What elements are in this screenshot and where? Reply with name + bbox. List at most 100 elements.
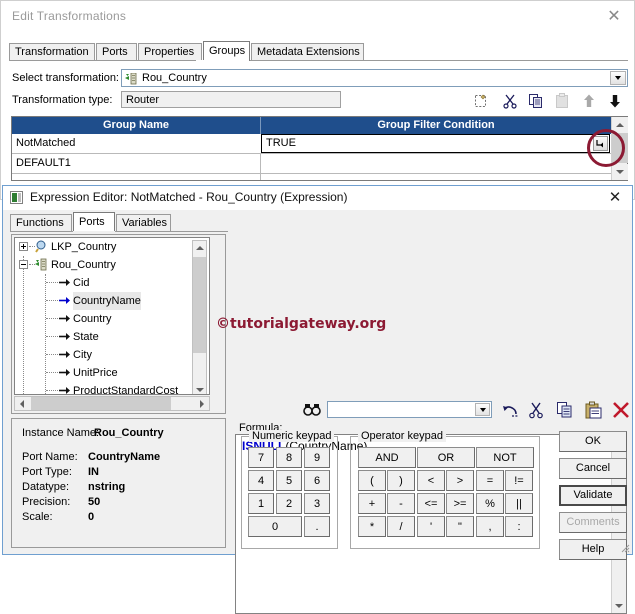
active-tab-gap [196,60,242,61]
expression-editor-title: Expression Editor: NotMatched - Rou_Coun… [30,190,347,204]
cut-icon[interactable] [527,401,545,419]
tab-functions[interactable]: Functions [10,214,72,231]
chevron-down-icon[interactable] [610,71,626,85]
cell-group-name[interactable]: DEFAULT1 [12,154,260,173]
op-key-concat[interactable]: || [505,493,533,514]
tab-metadata-extensions[interactable]: Metadata Extensions [251,43,364,60]
move-down-icon[interactable] [607,93,623,109]
numpad-key-1[interactable]: 1 [248,493,274,514]
collapse-icon[interactable] [19,260,28,269]
edit-window-tabstrip: Transformation Ports Properties Groups M… [9,41,628,61]
numpad-key-2[interactable]: 2 [276,493,302,514]
watermark: ©tutorialgateway.org [216,316,386,332]
op-key-and[interactable]: AND [358,447,416,468]
op-key-comma[interactable]: , [476,516,504,537]
chevron-down-icon[interactable] [475,403,490,416]
port-arrow-icon [59,331,70,342]
tree-horizontal-scrollbar[interactable] [14,396,210,411]
numpad-key-6[interactable]: 6 [304,470,330,491]
new-icon[interactable] [473,93,489,109]
expand-icon[interactable] [19,242,28,251]
column-header-group-filter-condition[interactable]: Group Filter Condition [261,117,611,134]
tab-transformation[interactable]: Transformation [9,43,95,60]
numpad-key-decimal[interactable]: . [304,516,330,537]
transformation-type-value: Router [126,94,159,106]
grid-vertical-scrollbar[interactable] [611,117,627,180]
op-key-double-quote[interactable]: " [446,516,474,537]
cell-group-name[interactable]: NotMatched [12,134,260,153]
op-key-greater-equal[interactable]: >= [446,493,474,514]
tree-guide [46,300,58,302]
numpad-key-0[interactable]: 0 [248,516,302,537]
op-key-plus[interactable]: + [358,493,386,514]
delete-icon[interactable] [612,401,630,419]
op-key-single-quote[interactable]: ' [417,516,445,537]
expression-editor-icon [10,191,23,204]
column-header-group-name[interactable]: Group Name [12,117,260,134]
cut-icon[interactable] [502,93,518,109]
numpad-key-9[interactable]: 9 [304,447,330,468]
table-row[interactable]: DEFAULT1 [12,154,627,173]
numpad-key-8[interactable]: 8 [276,447,302,468]
scrollbar-thumb[interactable] [612,133,628,163]
scrollbar-thumb[interactable] [193,257,206,353]
scroll-up-button[interactable] [193,241,206,255]
find-icon[interactable] [303,402,321,418]
tab-ports[interactable]: Ports [73,212,115,232]
scroll-down-button[interactable] [612,599,626,613]
op-key-or[interactable]: OR [417,447,475,468]
tab-properties[interactable]: Properties [138,43,202,60]
op-key-not-equal[interactable]: != [505,470,533,491]
scroll-down-button[interactable] [193,383,206,395]
op-key-minus[interactable]: - [387,493,415,514]
op-key-multiply[interactable]: * [358,516,386,537]
resize-grip[interactable] [618,541,630,553]
close-icon[interactable]: ✕ [602,6,626,28]
tabstrip-underline [9,60,628,61]
undo-icon[interactable] [502,401,520,419]
cancel-button[interactable]: Cancel [559,458,627,479]
cell-group-filter-condition[interactable] [261,154,609,173]
close-icon[interactable]: ✕ [605,188,625,208]
scale-value: 0 [88,511,94,523]
operator-keypad-group: Operator keypad AND OR NOT ( ) < > = != … [350,436,540,549]
copy-icon[interactable] [556,401,574,419]
op-key-rparen[interactable]: ) [387,470,415,491]
copy-icon[interactable] [528,93,544,109]
numpad-key-7[interactable]: 7 [248,447,274,468]
paste-icon[interactable] [584,401,602,419]
op-key-not[interactable]: NOT [476,447,534,468]
tab-variables[interactable]: Variables [116,214,171,231]
numpad-key-3[interactable]: 3 [304,493,330,514]
scroll-left-button[interactable] [15,397,29,410]
op-key-percent[interactable]: % [476,493,504,514]
groups-grid-header: Group Name Group Filter Condition [12,117,627,134]
ports-tree[interactable]: LKP_Country Rou_Country [14,237,210,395]
scroll-right-button[interactable] [195,397,209,410]
op-key-colon[interactable]: : [505,516,533,537]
scroll-up-button[interactable] [612,117,628,133]
find-input[interactable] [327,401,492,418]
numpad-key-4[interactable]: 4 [248,470,274,491]
tree-item-label: Cid [73,274,90,292]
ok-button[interactable]: OK [559,431,627,452]
op-key-lparen[interactable]: ( [358,470,386,491]
validate-button[interactable]: Validate [559,485,627,506]
cell-group-filter-condition-selected[interactable]: TRUE [261,134,610,153]
op-key-less[interactable]: < [417,470,445,491]
scroll-down-button[interactable] [612,164,628,180]
help-button[interactable]: Help [559,539,627,560]
open-expression-editor-button[interactable] [593,136,608,151]
select-transformation-combo[interactable]: Rou_Country [121,69,628,87]
tab-groups[interactable]: Groups [203,41,250,61]
tree-guide [46,336,58,338]
op-key-less-equal[interactable]: <= [417,493,445,514]
tree-vertical-scrollbar[interactable] [192,240,207,395]
transformation-type-field: Router [121,91,341,108]
numpad-key-5[interactable]: 5 [276,470,302,491]
op-key-divide[interactable]: / [387,516,415,537]
op-key-greater[interactable]: > [446,470,474,491]
scrollbar-thumb[interactable] [31,397,171,410]
tab-ports[interactable]: Ports [96,43,137,60]
op-key-equal[interactable]: = [476,470,504,491]
